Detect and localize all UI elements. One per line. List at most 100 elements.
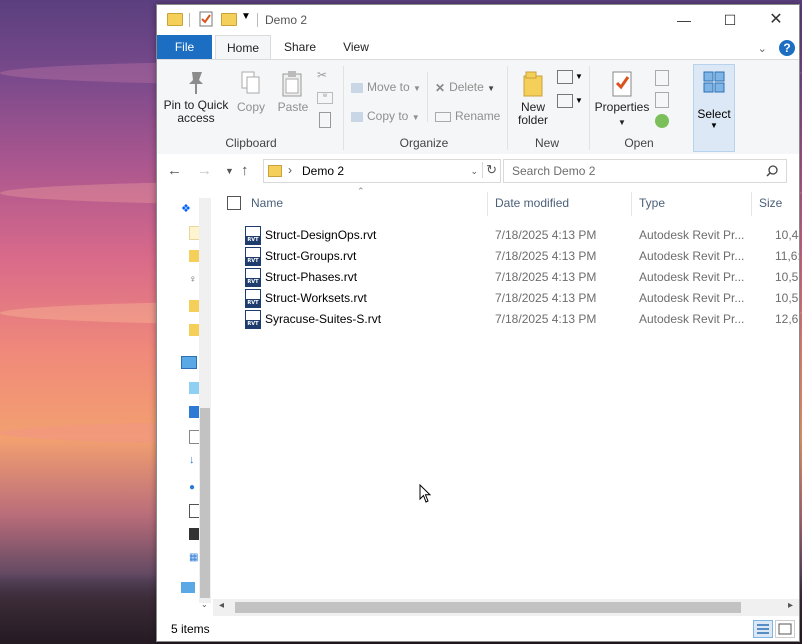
address-bar[interactable]: › Demo 2 ⌄ ↻ (263, 159, 501, 183)
new-folder-button[interactable]: New folder (511, 70, 555, 127)
address-dropdown-icon[interactable]: ⌄ (470, 166, 478, 177)
search-icon[interactable] (766, 165, 778, 177)
tab-share[interactable]: Share (273, 35, 327, 59)
cut-icon[interactable]: ✂ (317, 68, 327, 82)
sort-ascending-icon: ⌃ (357, 186, 365, 196)
refresh-icon[interactable]: ↻ (482, 162, 497, 178)
forward-arrow-icon[interactable]: → (197, 162, 212, 179)
file-type: Autodesk Revit Pr... (639, 249, 745, 263)
details-view-icon[interactable] (753, 620, 773, 638)
help-icon[interactable]: ? (779, 40, 795, 56)
file-date: 7/18/2025 4:13 PM (495, 270, 597, 284)
open-icon[interactable] (655, 70, 669, 86)
address-path[interactable]: Demo 2 (302, 164, 344, 178)
properties-button[interactable]: Properties ▼ (593, 70, 651, 128)
network-icon[interactable] (181, 582, 195, 593)
new-item-icon[interactable] (557, 70, 573, 84)
nav-pane-scroll-thumb[interactable] (200, 408, 210, 598)
rename-button[interactable]: Rename (435, 107, 500, 125)
table-row[interactable]: RVT Struct-Worksets.rvt 7/18/2025 4:13 P… (243, 288, 799, 309)
scroll-left-icon[interactable]: ◂ (219, 600, 224, 611)
folder-icon (167, 13, 183, 26)
tab-home[interactable]: Home (215, 35, 271, 60)
nav-folder-icon[interactable] (189, 300, 199, 312)
file-type: Autodesk Revit Pr... (639, 312, 745, 326)
ribbon-help-area: ⌄ ? (758, 40, 795, 56)
up-arrow-icon[interactable]: ↑ (241, 162, 249, 179)
horizontal-scroll-thumb[interactable] (235, 602, 741, 613)
file-date: 7/18/2025 4:13 PM (495, 228, 597, 242)
select-button[interactable]: Select ▼ (693, 64, 735, 152)
move-to-button[interactable]: Move to ▼ (351, 78, 421, 96)
new-folder-quick-icon[interactable] (221, 13, 237, 26)
column-header-size[interactable]: Size (759, 188, 782, 218)
edit-icon[interactable] (655, 92, 669, 108)
table-row[interactable]: RVT Struct-Groups.rvt 7/18/2025 4:13 PM … (243, 246, 799, 267)
breadcrumb-separator-icon: › (288, 163, 292, 177)
ribbon: Pin to Quick access Copy Paste ✂ w Clipb… (157, 59, 799, 155)
nav-desktop-icon[interactable] (189, 406, 199, 418)
new-group-label: New (534, 136, 559, 150)
column-header-name[interactable]: Name (251, 188, 283, 218)
nav-folder-icon[interactable] (189, 250, 199, 262)
new-folder-icon (523, 71, 543, 97)
nav-downloads-icon[interactable]: ↓ (189, 454, 199, 466)
column-header-type[interactable]: Type (639, 188, 665, 218)
copy-path-icon[interactable]: w (317, 92, 333, 104)
horizontal-scrollbar[interactable]: ◂ ▸ (213, 599, 799, 616)
copy-to-button[interactable]: Copy to ▼ (351, 107, 420, 125)
collapse-ribbon-icon[interactable]: ⌄ (758, 42, 776, 55)
ribbon-tabs: File Home Share View ⌄ ? (157, 35, 799, 60)
paste-shortcut-icon[interactable] (319, 112, 331, 128)
nav-windows-drive-icon[interactable]: ▦ (189, 552, 199, 564)
navigation-bar: ← → ▼ ↑ › Demo 2 ⌄ ↻ Search Demo 2 (157, 154, 799, 188)
file-date: 7/18/2025 4:13 PM (495, 291, 597, 305)
nav-folder-icon[interactable] (189, 324, 199, 336)
scroll-right-icon[interactable]: ▸ (788, 600, 793, 611)
nav-videos-icon[interactable] (189, 528, 199, 540)
nav-music-icon[interactable]: ● (189, 482, 199, 494)
column-header-date[interactable]: Date modified (495, 188, 569, 218)
copy-button[interactable]: Copy (233, 70, 269, 114)
file-name[interactable]: Struct-Phases.rvt (265, 270, 357, 284)
back-arrow-icon[interactable]: ← (167, 162, 182, 179)
file-name[interactable]: Struct-DesignOps.rvt (265, 228, 376, 242)
file-date: 7/18/2025 4:13 PM (495, 249, 597, 263)
file-name[interactable]: Struct-Worksets.rvt (265, 291, 367, 305)
select-all-checkbox[interactable] (227, 196, 241, 210)
recent-locations-icon[interactable]: ▼ (225, 166, 234, 176)
file-type: Autodesk Revit Pr... (639, 291, 745, 305)
history-icon[interactable] (655, 114, 669, 128)
easy-access-icon[interactable] (557, 94, 573, 108)
large-icons-view-icon[interactable] (775, 620, 795, 638)
delete-button[interactable]: ✕ Delete ▼ (435, 78, 495, 96)
file-name[interactable]: Syracuse-Suites-S.rvt (265, 312, 381, 326)
nav-scroll-down-icon[interactable]: ⌄ (201, 600, 208, 609)
paste-button[interactable]: Paste (273, 70, 313, 114)
file-size: 10,5: (775, 270, 800, 284)
nav-3d-objects-icon[interactable] (189, 382, 199, 394)
minimize-icon[interactable]: — (661, 5, 707, 35)
table-row[interactable]: RVT Struct-Phases.rvt 7/18/2025 4:13 PM … (243, 267, 800, 288)
search-placeholder[interactable]: Search Demo 2 (512, 164, 595, 178)
file-name[interactable]: Struct-Groups.rvt (265, 249, 356, 263)
open-group-label: Open (624, 136, 654, 150)
navigation-pane: ❖ ♀ ↓ ● ▦ ⌄ (157, 188, 213, 616)
search-box[interactable]: Search Demo 2 (503, 159, 787, 183)
file-explorer-window: ▼ Demo 2 — ☐ ✕ File Home Share View ⌄ ? … (156, 4, 800, 642)
this-pc-icon[interactable] (181, 356, 197, 369)
tab-view[interactable]: View (329, 35, 383, 59)
table-row[interactable]: RVT Struct-DesignOps.rvt 7/18/2025 4:13 … (243, 225, 799, 246)
quick-access-dropdown-icon[interactable]: ▼ (241, 11, 251, 22)
title-bar: ▼ Demo 2 — ☐ ✕ (157, 5, 799, 35)
dropbox-icon[interactable]: ❖ (181, 202, 191, 215)
properties-quick-icon[interactable] (199, 11, 213, 30)
maximize-icon[interactable]: ☐ (707, 5, 753, 35)
file-date: 7/18/2025 4:13 PM (495, 312, 597, 326)
close-icon[interactable]: ✕ (753, 5, 799, 35)
pin-to-quick-access-button[interactable]: Pin to Quick access (163, 70, 229, 125)
rvt-file-icon: RVT (245, 226, 261, 245)
nav-person-icon[interactable]: ♀ (189, 274, 199, 286)
table-row[interactable]: RVT Syracuse-Suites-S.rvt 7/18/2025 4:13… (243, 309, 799, 330)
tab-file[interactable]: File (157, 35, 212, 59)
